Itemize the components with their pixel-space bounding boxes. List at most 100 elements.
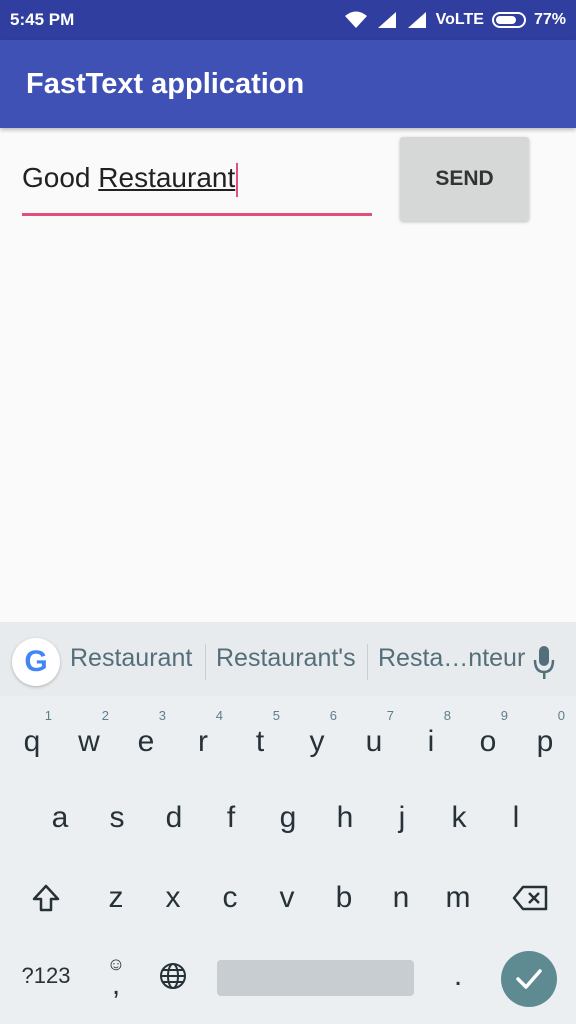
key-label: w bbox=[78, 725, 100, 758]
backspace-icon bbox=[512, 885, 548, 911]
key-z[interactable]: z bbox=[88, 868, 144, 928]
suggestion-strip: G Restaurant Restaurant's Resta…nteur bbox=[0, 622, 576, 696]
key-label: q bbox=[23, 725, 41, 758]
status-bar: 5:45 PM VoLTE 77% bbox=[0, 0, 576, 40]
suggestion-item[interactable]: Restaurant's bbox=[216, 644, 356, 673]
symbols-key-label: ?123 bbox=[21, 963, 71, 988]
key-hint: 5 bbox=[272, 708, 280, 723]
period-label: . bbox=[453, 959, 463, 992]
key-label: y bbox=[309, 725, 325, 758]
space-key[interactable] bbox=[217, 960, 414, 996]
microphone-icon[interactable] bbox=[532, 644, 556, 682]
key-label: n bbox=[392, 881, 410, 914]
key-hint: 9 bbox=[500, 708, 508, 723]
checkmark-icon bbox=[516, 969, 542, 989]
period-key[interactable]: . bbox=[430, 946, 486, 1006]
key-label: e bbox=[137, 725, 155, 758]
key-w[interactable]: w2 bbox=[61, 708, 117, 772]
key-l[interactable]: l bbox=[488, 788, 544, 848]
emoji-icon: ☺ bbox=[106, 954, 126, 974]
key-label: b bbox=[335, 881, 353, 914]
key-label: f bbox=[226, 801, 236, 834]
signal-icon bbox=[377, 12, 396, 28]
key-label: h bbox=[336, 801, 354, 834]
key-y[interactable]: y6 bbox=[289, 708, 345, 772]
text-cursor bbox=[236, 162, 239, 197]
message-input[interactable]: Good Restaurant bbox=[22, 150, 372, 216]
divider bbox=[205, 644, 206, 680]
key-label: k bbox=[451, 801, 467, 834]
key-label: u bbox=[365, 725, 383, 758]
key-o[interactable]: o9 bbox=[460, 708, 516, 772]
key-v[interactable]: v bbox=[259, 868, 315, 928]
suggestion-item[interactable]: Restaurant bbox=[70, 644, 192, 673]
key-a[interactable]: a bbox=[32, 788, 88, 848]
key-label: i bbox=[427, 725, 435, 758]
key-hint: 1 bbox=[44, 708, 52, 723]
key-label: l bbox=[512, 801, 520, 834]
key-label: c bbox=[222, 881, 238, 914]
google-icon[interactable]: G bbox=[12, 638, 60, 686]
input-word-composing: Restaurant bbox=[98, 162, 236, 193]
key-p[interactable]: p0 bbox=[517, 708, 573, 772]
network-label: VoLTE bbox=[435, 11, 484, 28]
language-key[interactable] bbox=[145, 946, 201, 1006]
key-g[interactable]: g bbox=[260, 788, 316, 848]
backspace-key[interactable] bbox=[502, 868, 558, 928]
key-t[interactable]: t5 bbox=[232, 708, 288, 772]
battery-percent: 77% bbox=[533, 11, 566, 28]
suggestion-item[interactable]: Resta…nteur bbox=[378, 644, 525, 673]
key-hint: 2 bbox=[101, 708, 109, 723]
key-j[interactable]: j bbox=[374, 788, 430, 848]
wifi-icon bbox=[344, 11, 367, 28]
app-title: FastText application bbox=[26, 67, 305, 100]
key-e[interactable]: e3 bbox=[118, 708, 174, 772]
divider bbox=[367, 644, 368, 680]
key-f[interactable]: f bbox=[203, 788, 259, 848]
key-u[interactable]: u7 bbox=[346, 708, 402, 772]
key-hint: 7 bbox=[386, 708, 394, 723]
key-label: t bbox=[255, 725, 265, 758]
globe-icon bbox=[160, 963, 186, 989]
key-i[interactable]: i8 bbox=[403, 708, 459, 772]
key-hint: 6 bbox=[329, 708, 337, 723]
key-k[interactable]: k bbox=[431, 788, 487, 848]
key-label: s bbox=[109, 801, 125, 834]
key-hint: 4 bbox=[215, 708, 223, 723]
key-label: g bbox=[279, 801, 297, 834]
key-label: a bbox=[51, 801, 69, 834]
soft-keyboard: G Restaurant Restaurant's Resta…nteur ?1… bbox=[0, 622, 576, 1024]
key-q[interactable]: q1 bbox=[4, 708, 60, 772]
shift-key[interactable] bbox=[18, 868, 74, 928]
symbols-key[interactable]: ?123 bbox=[16, 946, 76, 1006]
battery-icon bbox=[491, 12, 526, 28]
send-button[interactable]: SEND bbox=[400, 137, 529, 221]
key-s[interactable]: s bbox=[89, 788, 145, 848]
input-text: Good Restaurant bbox=[22, 162, 239, 197]
key-label: j bbox=[398, 801, 406, 834]
key-x[interactable]: x bbox=[145, 868, 201, 928]
status-icons: VoLTE 77% bbox=[344, 11, 566, 29]
key-hint: 0 bbox=[557, 708, 565, 723]
comma-emoji-key[interactable]: ☺ , bbox=[88, 946, 144, 1006]
signal-icon bbox=[407, 12, 426, 28]
done-key[interactable] bbox=[501, 951, 557, 1007]
key-h[interactable]: h bbox=[317, 788, 373, 848]
key-r[interactable]: r4 bbox=[175, 708, 231, 772]
shift-icon bbox=[32, 884, 60, 912]
key-label: o bbox=[479, 725, 497, 758]
key-c[interactable]: c bbox=[202, 868, 258, 928]
key-label: m bbox=[445, 881, 471, 914]
key-label: r bbox=[198, 725, 208, 758]
status-time: 5:45 PM bbox=[10, 10, 75, 29]
key-label: x bbox=[165, 881, 181, 914]
key-hint: 8 bbox=[443, 708, 451, 723]
key-label: p bbox=[536, 725, 554, 758]
key-m[interactable]: m bbox=[430, 868, 486, 928]
key-label: v bbox=[279, 881, 295, 914]
key-n[interactable]: n bbox=[373, 868, 429, 928]
app-bar: FastText application bbox=[0, 40, 576, 128]
key-label: d bbox=[165, 801, 183, 834]
key-d[interactable]: d bbox=[146, 788, 202, 848]
key-b[interactable]: b bbox=[316, 868, 372, 928]
